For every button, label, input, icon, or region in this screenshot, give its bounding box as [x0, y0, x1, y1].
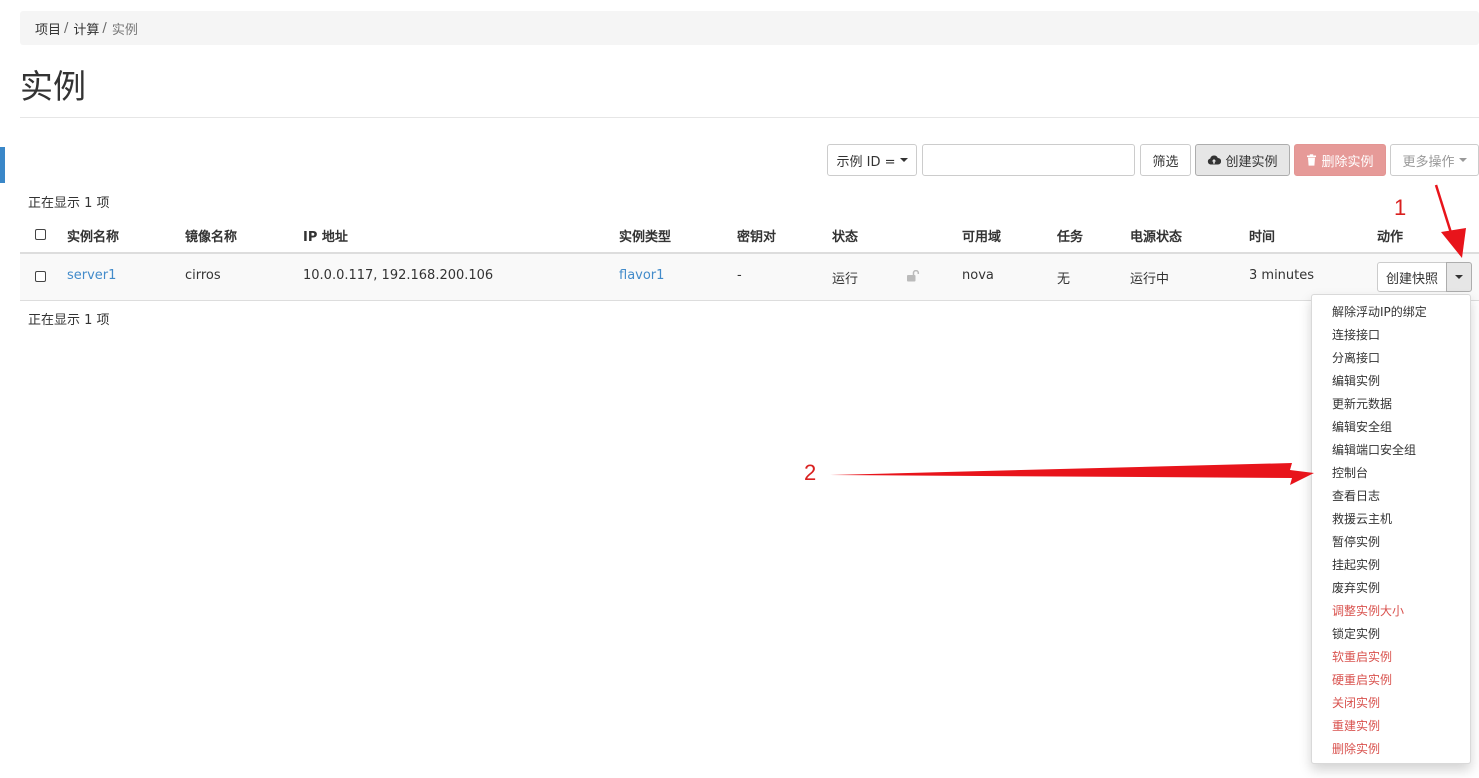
menu-item-disassociate-floating-ip[interactable]: 解除浮动IP的绑定	[1332, 303, 1427, 320]
row-actions-menu: 解除浮动IP的绑定 连接接口 分离接口 编辑实例 更新元数据 编辑安全组 编辑端…	[1311, 294, 1471, 764]
actions-dropdown-toggle[interactable]	[1446, 262, 1472, 292]
caret-down-icon	[1455, 275, 1463, 279]
filter-button[interactable]: 筛选	[1140, 144, 1191, 176]
menu-item-rescue-instance[interactable]: 救援云主机	[1332, 510, 1392, 527]
cloud-upload-icon	[1208, 155, 1222, 165]
instance-name-link[interactable]: server1	[67, 268, 116, 283]
breadcrumb-separator: /	[102, 20, 107, 36]
item-count-top: 正在显示 1 项	[28, 196, 110, 211]
annotation-arrow-2	[830, 463, 1314, 485]
menu-item-console[interactable]: 控制台	[1332, 464, 1368, 481]
create-snapshot-button[interactable]: 创建快照	[1377, 262, 1447, 292]
status-cell: 运行	[832, 272, 859, 287]
delete-instances-button[interactable]: 删除实例	[1294, 144, 1386, 176]
column-header-time[interactable]: 时间	[1249, 226, 1275, 245]
menu-item-attach-interface[interactable]: 连接接口	[1332, 326, 1380, 343]
breadcrumb-separator: /	[64, 20, 69, 36]
filter-input[interactable]	[922, 144, 1135, 176]
menu-item-lock-instance[interactable]: 锁定实例	[1332, 625, 1380, 642]
create-instance-label: 创建实例	[1225, 154, 1278, 170]
caret-down-icon	[1458, 158, 1467, 162]
flavor-link[interactable]: flavor1	[619, 268, 664, 283]
select-all-checkbox[interactable]	[35, 229, 46, 240]
column-header-zone[interactable]: 可用域	[962, 226, 1001, 245]
more-actions-label: 更多操作	[1402, 154, 1455, 170]
column-header-flavor[interactable]: 实例类型	[619, 226, 671, 245]
menu-item-shelve-instance[interactable]: 废弃实例	[1332, 579, 1380, 596]
menu-item-hard-reboot[interactable]: 硬重启实例	[1332, 671, 1392, 688]
column-header-power[interactable]: 电源状态	[1130, 226, 1182, 245]
column-header-name[interactable]: 实例名称	[67, 226, 119, 245]
ip-address-cell: 10.0.0.117, 192.168.200.106	[303, 268, 494, 283]
menu-item-edit-security-groups[interactable]: 编辑安全组	[1332, 418, 1392, 435]
column-header-status[interactable]: 状态	[832, 226, 858, 245]
caret-down-icon	[899, 158, 908, 162]
menu-item-shut-off-instance[interactable]: 关闭实例	[1332, 694, 1380, 711]
column-header-image[interactable]: 镜像名称	[185, 226, 237, 245]
menu-item-view-log[interactable]: 查看日志	[1332, 487, 1380, 504]
image-name-cell: cirros	[185, 268, 221, 283]
page-title: 实例	[20, 67, 86, 106]
menu-item-pause-instance[interactable]: 暂停实例	[1332, 533, 1380, 550]
breadcrumb-project[interactable]: 项目	[35, 19, 61, 38]
lock-open-icon	[907, 270, 920, 282]
annotation-step-1: 1	[1394, 195, 1407, 220]
annotation-arrow-1	[1434, 184, 1466, 258]
breadcrumb-instances: 实例	[111, 22, 138, 38]
trash-icon	[1307, 154, 1317, 166]
filter-field-select[interactable]: 示例 ID =	[827, 144, 917, 176]
menu-item-rebuild-instance[interactable]: 重建实例	[1332, 717, 1380, 734]
delete-instances-label: 删除实例	[1321, 154, 1374, 170]
table-row-divider	[20, 300, 1479, 301]
task-cell: 无	[1057, 272, 1071, 287]
menu-item-edit-port-security-groups[interactable]: 编辑端口安全组	[1332, 441, 1416, 458]
column-header-actions: 动作	[1377, 230, 1404, 245]
row-checkbox[interactable]	[35, 271, 46, 282]
annotation-step-2: 2	[804, 460, 817, 485]
menu-item-update-metadata[interactable]: 更新元数据	[1332, 395, 1392, 412]
column-header-keypair[interactable]: 密钥对	[737, 226, 776, 245]
breadcrumb: 项目 / 计算 / 实例	[20, 11, 1479, 45]
item-count-bottom: 正在显示 1 项	[28, 313, 110, 328]
more-actions-button[interactable]: 更多操作	[1390, 144, 1479, 176]
create-instance-button[interactable]: 创建实例	[1195, 144, 1290, 176]
power-state-cell: 运行中	[1130, 272, 1170, 287]
menu-item-delete-instance[interactable]: 删除实例	[1332, 740, 1380, 757]
menu-item-suspend-instance[interactable]: 挂起实例	[1332, 556, 1380, 573]
column-header-ip[interactable]: IP 地址	[303, 226, 348, 245]
filter-field-label: 示例 ID =	[836, 154, 896, 170]
nav-active-marker	[0, 147, 5, 183]
title-divider	[20, 117, 1479, 118]
time-cell: 3 minutes	[1249, 268, 1315, 283]
column-header-task[interactable]: 任务	[1057, 226, 1083, 245]
menu-item-detach-interface[interactable]: 分离接口	[1332, 349, 1380, 366]
menu-item-resize-instance[interactable]: 调整实例大小	[1332, 602, 1404, 619]
breadcrumb-compute[interactable]: 计算	[73, 19, 99, 38]
menu-item-soft-reboot[interactable]: 软重启实例	[1332, 648, 1392, 665]
zone-cell: nova	[962, 268, 994, 283]
keypair-cell: -	[737, 268, 742, 283]
menu-item-edit-instance[interactable]: 编辑实例	[1332, 372, 1380, 389]
